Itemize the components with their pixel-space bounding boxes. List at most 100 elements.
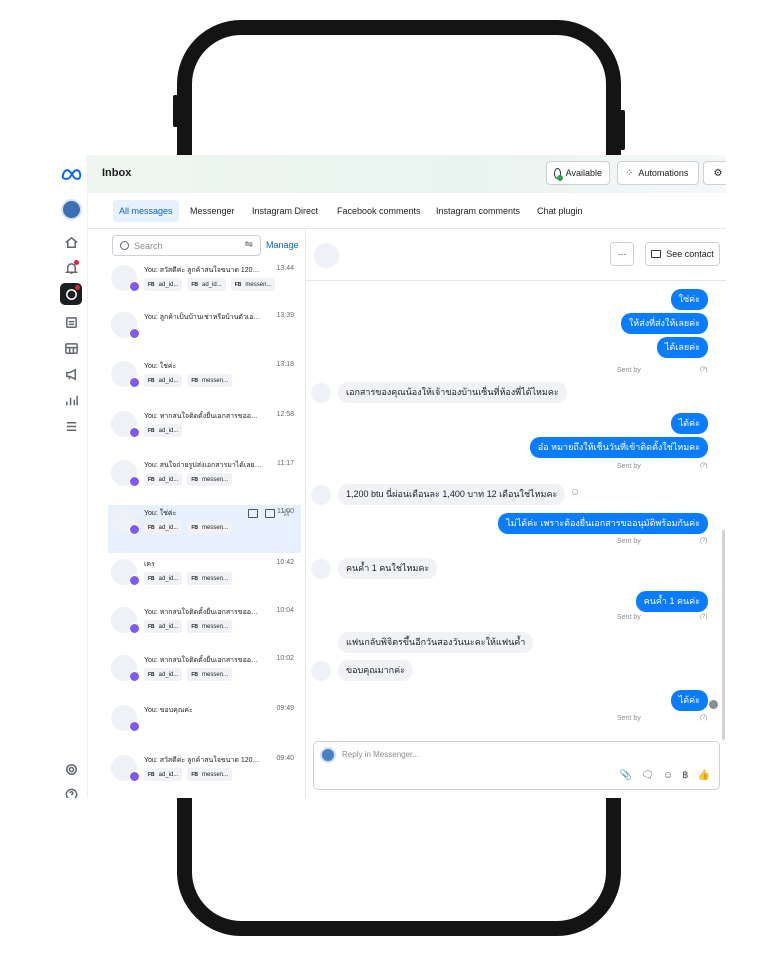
outgoing-message[interactable]: คนค้ำ 1 คนค่ะ: [635, 591, 708, 612]
home-icon[interactable]: [62, 233, 80, 251]
conversation-time: 13:39: [276, 312, 294, 319]
notifications-bell-icon[interactable]: [62, 259, 80, 277]
phone-side-button: [173, 95, 178, 127]
conversation-row[interactable]: You: สนใจถ่ายรูปส่งเอกสารมาได้เลยนะได้..…: [108, 457, 301, 505]
sent-by-info-icon[interactable]: (?): [700, 367, 707, 373]
tab-messenger[interactable]: Messenger: [184, 200, 241, 222]
conversation-row[interactable]: เคร 10:42 FB ad_id... FB messen...: [108, 556, 301, 604]
availability-button[interactable]: Available: [546, 161, 610, 185]
mark-unread-icon[interactable]: [265, 509, 275, 518]
ads-megaphone-icon[interactable]: [62, 365, 80, 383]
more-options-button[interactable]: ···: [610, 242, 634, 266]
payment-icon[interactable]: ฿: [682, 770, 688, 781]
conversation-row[interactable]: You: หากสนใจติดตั้งยื่นเอกสารขออนุมั... 1…: [108, 604, 301, 652]
messenger-badge-icon: [129, 671, 140, 682]
contact-avatar[interactable]: [314, 243, 339, 268]
tab-facebook-comments[interactable]: Facebook comments: [331, 200, 427, 222]
conversation-time: 13:44: [276, 265, 294, 272]
conversation-snippet: You: สวัสดีค่ะ ลูกค้าสนใจขนาด 12000 BTU.…: [144, 757, 262, 764]
conversation-row[interactable]: You: หากสนใจติดตั้งยื่นเอกสารขออนุมั... 1…: [108, 652, 301, 700]
reply-input[interactable]: Reply in Messenger...: [342, 750, 419, 759]
like-thumb-icon[interactable]: 👍: [698, 770, 710, 781]
conversation-snippet: You: หากสนใจติดตั้งยื่นเอกสารขออนุมั...: [144, 413, 262, 420]
fb-tag-prefix: FB: [148, 427, 155, 434]
tab-instagram-direct[interactable]: Instagram Direct: [246, 200, 324, 222]
conversation-time: 09:49: [276, 705, 294, 712]
see-contact-button[interactable]: See contact: [645, 242, 720, 266]
phone-side-button: [620, 110, 625, 150]
help-icon[interactable]: [62, 785, 80, 798]
incoming-message[interactable]: คนค้ำ 1 คนใช่ไหมคะ: [338, 558, 438, 579]
seen-avatar-icon: [709, 700, 718, 709]
reply-composer[interactable]: Reply in Messenger... 📎 🗨 ☺ ฿ 👍: [313, 741, 720, 790]
tab-chat-plugin[interactable]: Chat plugin: [531, 200, 589, 222]
automations-button[interactable]: ⁘ Automations: [617, 161, 699, 185]
conversation-tag: FB ad_id...: [144, 572, 183, 585]
sent-by-info-icon[interactable]: (?): [700, 463, 707, 469]
conversation-row[interactable]: You: ลูกค้าเป็นบ้านเช่าหรือบ้านตัวเองคะ 1…: [108, 309, 301, 357]
sent-by-info-icon[interactable]: (?): [700, 715, 707, 721]
see-contact-label: See contact: [666, 249, 714, 259]
archive-icon[interactable]: [248, 509, 258, 518]
insights-chart-icon[interactable]: [62, 391, 80, 409]
conversation-row[interactable]: You: ใช่ค่ะ 11:00 FB ad_id... FB messen... ☆: [108, 505, 301, 553]
planner-icon[interactable]: [62, 339, 80, 357]
conversation-row[interactable]: You: หากสนใจติดตั้งยื่นเอกสารขออนุมั... 1…: [108, 408, 301, 456]
fb-tag-prefix: FB: [191, 575, 199, 582]
fb-tag-prefix: FB: [191, 281, 199, 288]
star-icon[interactable]: ☆: [282, 509, 292, 519]
menu-icon[interactable]: [62, 417, 80, 435]
outgoing-message[interactable]: ได้ค่ะ: [670, 690, 708, 711]
outgoing-message[interactable]: ไม่ได้ค่ะ เพราะต้องยื่นเอกสารขออนุมัติพร…: [498, 513, 708, 534]
conversation-tags: FB ad_id... FB messen...: [144, 473, 233, 486]
business-inbox-app: Inbox Available ⁘ Automations ⚙ All mess…: [55, 155, 726, 798]
conversation-row[interactable]: You: สวัสดีค่ะ ลูกค้าสนใจขนาด 12000 BTU.…: [108, 752, 301, 798]
fb-tag-prefix: FB: [234, 281, 242, 288]
sent-by-label: Sent by: [617, 463, 641, 470]
conversation-snippet: You: ขอบคุณค่ะ: [144, 707, 193, 714]
outgoing-message[interactable]: อ๋อ หมายถึงให้เซ็นวันที่เข้าติดตั้งใช่ไห…: [529, 437, 708, 458]
conversation-row[interactable]: You: สวัสดีค่ะ ลูกค้าสนใจขนาด 12000 BTU.…: [108, 262, 301, 310]
conversation-snippet: เคร: [144, 561, 155, 568]
messenger-badge-icon: [129, 623, 140, 634]
outgoing-message[interactable]: ให้ส่งที่ส่งให้เลยค่ะ: [620, 313, 708, 334]
saved-replies-icon[interactable]: 🗨: [641, 770, 654, 781]
conversation-time: 13:18: [276, 361, 294, 368]
incoming-message[interactable]: ขอบคุณมากค่ะ: [338, 660, 413, 681]
page-avatar[interactable]: [61, 199, 82, 220]
messenger-badge-icon: [129, 427, 140, 438]
search-input[interactable]: Search ⇋: [112, 235, 261, 256]
content-icon[interactable]: [62, 313, 80, 331]
sent-by-info-icon[interactable]: (?): [700, 614, 707, 620]
conversation-row[interactable]: You: ใช่ค่ะ 13:18 FB ad_id... FB messen...: [108, 358, 301, 406]
sent-by-label: Sent by: [617, 367, 641, 374]
tab-instagram-comments[interactable]: Instagram comments: [430, 200, 526, 222]
incoming-message[interactable]: แฟนกลับพิจิตรขึ้นอีกวันสองวันนะคะให้แฟนค…: [338, 632, 534, 653]
incoming-message[interactable]: เอกสารของคุณน้องให้เจ้าของบ้านเซ็นที่ห้อ…: [338, 382, 567, 403]
react-emoji-icon[interactable]: ☺: [570, 487, 580, 498]
meta-logo-icon[interactable]: [60, 165, 82, 183]
conversation-tag: FB messen...: [187, 521, 233, 534]
inbox-icon[interactable]: [60, 283, 82, 305]
incoming-message[interactable]: 1,200 btu นี่ผ่อนเดือนละ 1,400 บาท 12 เด…: [338, 484, 566, 505]
filter-icon[interactable]: ⇋: [245, 239, 253, 250]
emoji-icon[interactable]: ☺: [663, 770, 673, 781]
sent-by-label: Sent by: [617, 538, 641, 545]
manage-link[interactable]: Manage: [266, 240, 299, 250]
tag-label: ad_id...: [158, 427, 179, 434]
settings-gear-icon[interactable]: [62, 760, 80, 778]
conversation-row[interactable]: You: ขอบคุณค่ะ 09:49: [108, 702, 301, 750]
tab-all-messages[interactable]: All messages: [113, 200, 179, 222]
outgoing-message[interactable]: ได้เลยค่ะ: [656, 337, 708, 358]
thread-scrollbar[interactable]: [722, 530, 725, 740]
outgoing-message[interactable]: ใช่ค่ะ: [670, 289, 708, 310]
sent-by-info-icon[interactable]: (?): [700, 538, 707, 544]
outgoing-message[interactable]: ได้ค่ะ: [670, 413, 708, 434]
attach-icon[interactable]: 📎: [620, 770, 632, 781]
settings-button[interactable]: ⚙: [703, 161, 726, 185]
conversation-snippet: You: ใช่ค่ะ: [144, 363, 177, 370]
conversation-tag: FB messen...: [187, 473, 233, 486]
fb-tag-prefix: FB: [191, 771, 199, 778]
conversation-tag: FB messen...: [187, 374, 233, 387]
tag-label: ad_id...: [158, 575, 179, 582]
